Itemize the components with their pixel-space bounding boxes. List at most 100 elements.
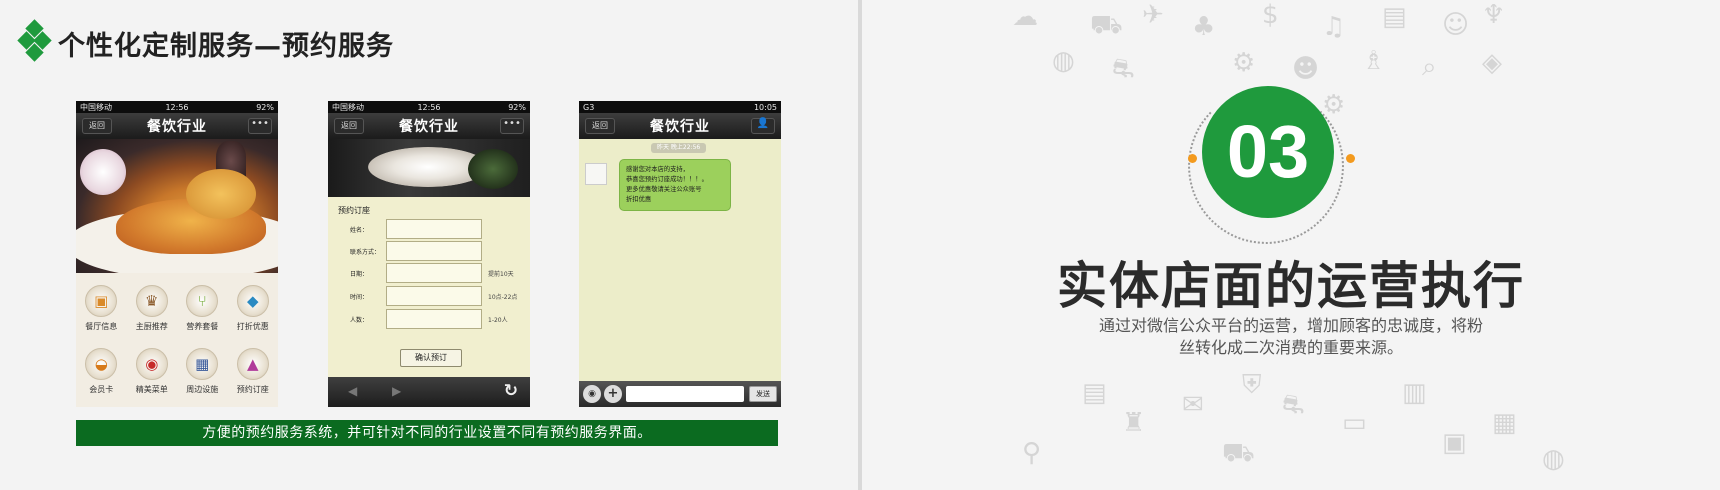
date-input[interactable] <box>386 263 482 283</box>
gear-icon: ⚙ <box>1232 48 1256 78</box>
chat-timestamp: 昨天 晚上22:56 <box>651 143 707 153</box>
status-bar: G3 10:05 <box>579 101 781 113</box>
back-button[interactable]: 返回 <box>585 118 615 134</box>
tv-icon: ▣ <box>1442 428 1467 458</box>
form-row-people: 人数： 1-20人 <box>328 309 530 331</box>
nav-bar: 返回 餐饮行业 ••• <box>328 113 530 139</box>
nav-title: 餐饮行业 <box>650 119 710 135</box>
confirm-booking-button[interactable]: 确认预订 <box>400 349 462 367</box>
basket-icon: ⛟ <box>1090 10 1123 40</box>
nav-bar: 返回 餐饮行业 👤 <box>579 113 781 139</box>
clock: 12:56 <box>165 102 189 112</box>
booking-form: 预约订座 姓名： 联系方式： 日期： 提前10天 时间： 10点-22点 人数：… <box>328 197 530 377</box>
form-row-date: 日期： 提前10天 <box>328 263 530 285</box>
menu-item-label: 周边设施 <box>186 385 219 394</box>
message-input[interactable] <box>626 386 744 402</box>
menu-item[interactable]: ◆ 打折优惠 <box>228 277 279 340</box>
refresh-icon[interactable]: ↻ <box>504 381 518 401</box>
graduation-cap-icon: ♜ <box>1122 408 1146 438</box>
field-label: 姓名： <box>350 227 369 234</box>
cutlery-icon: ⑂ <box>186 285 219 317</box>
car-icon: ⛐ <box>1112 54 1135 84</box>
name-input[interactable] <box>386 219 482 239</box>
menu-item-label: 精美菜单 <box>135 385 168 394</box>
page-title: 个性化定制服务—预约服务 <box>58 31 394 62</box>
magnifier-icon: ⌕ <box>1422 52 1437 82</box>
menu-item-label: 主厨推荐 <box>135 322 168 331</box>
ball-icon: ◍ <box>1542 444 1565 474</box>
clock: 12:56 <box>417 102 441 112</box>
message-line: 感谢您对本店的支持， <box>626 166 689 173</box>
form-title: 预约订座 <box>338 206 370 215</box>
menu-item[interactable]: ♛ 主厨推荐 <box>127 277 178 340</box>
menu-item-label: 打折优惠 <box>236 322 269 331</box>
person-icon: ☺ <box>1442 10 1470 40</box>
field-label: 日期： <box>350 271 369 278</box>
status-bar: 中国移动 12:56 92% <box>76 101 278 113</box>
field-hint: 提前10天 <box>488 271 514 278</box>
orange-dot <box>1188 154 1197 163</box>
menu-grid: ▣ 餐厅信息 ♛ 主厨推荐 ⑂ 营养套餐 ◆ 打折优惠 ◒ 会员卡 ◉ 精美菜单 <box>76 273 278 407</box>
menu-item-label: 预约订座 <box>236 385 269 394</box>
forward-arrow-icon[interactable]: ▶ <box>392 384 401 398</box>
back-button[interactable]: 返回 <box>82 118 112 134</box>
form-row-contact: 联系方式： <box>328 241 530 263</box>
bottle-icon: ♗ <box>1362 46 1386 76</box>
time-input[interactable] <box>386 286 482 306</box>
message-line: 更多优惠敬请关注公众账号 <box>626 186 702 193</box>
description-line: 丝转化成二次消费的重要来源。 <box>1178 338 1403 357</box>
more-button[interactable]: ••• <box>248 118 272 134</box>
dollar-icon: $ <box>1262 0 1279 30</box>
caption-bar: 方便的预约服务系统，并可针对不同的行业设置不同有预约服务界面。 <box>76 420 778 446</box>
more-button[interactable]: ••• <box>500 118 524 134</box>
phone-screen-chat: G3 10:05 返回 餐饮行业 👤 昨天 晚上22:56 感谢您对本店的支持，… <box>579 101 781 407</box>
avatar <box>585 163 607 185</box>
chef-hat-icon: ♛ <box>135 285 168 317</box>
back-button[interactable]: 返回 <box>334 118 364 134</box>
profile-icon[interactable]: 👤 <box>751 118 775 134</box>
cloud-icon: ☁ <box>1012 2 1038 32</box>
bag-icon: ◈ <box>1482 48 1502 78</box>
wine-glass-icon: ♆ <box>1482 0 1506 30</box>
phone-screen-booking-form: 中国移动 12:56 92% 返回 餐饮行业 ••• 预约订座 姓名： 联系方式… <box>328 101 530 407</box>
menu-item[interactable]: ▲ 预约订座 <box>228 340 279 403</box>
clipboard-icon: ▤ <box>1382 2 1407 32</box>
message-line: 折扣优惠 <box>626 196 652 203</box>
phone-screen-menu: 中国移动 12:56 92% 返回 餐饮行业 ••• ▣ 餐厅信息 ♛ 主厨推荐 <box>76 101 278 407</box>
field-hint: 10点-22点 <box>488 294 518 301</box>
menu-item[interactable]: ◉ 精美菜单 <box>127 340 178 403</box>
menu-item-label: 餐厅信息 <box>85 322 118 331</box>
people-icon: ☻ <box>1292 54 1320 84</box>
menu-item[interactable]: ⑂ 营养套餐 <box>177 277 228 340</box>
fish-icon: ◆ <box>236 285 269 317</box>
credit-card-icon: ▭ <box>1342 408 1367 438</box>
contact-input[interactable] <box>386 241 482 261</box>
voice-icon[interactable]: ◉ <box>583 385 601 403</box>
orange-dot <box>1346 154 1355 163</box>
chat-message: 感谢您对本店的支持， 恭喜您预约订座成功！！！。 更多优惠敬请关注公众账号 折扣… <box>619 159 731 211</box>
menu-item[interactable]: ▦ 周边设施 <box>177 340 228 403</box>
menu-item[interactable]: ◒ 会员卡 <box>76 340 127 403</box>
nav-title: 餐饮行业 <box>147 119 207 135</box>
globe-icon: ◍ <box>1052 46 1075 76</box>
car-icon: ⛐ <box>1282 390 1305 420</box>
description-line: 通过对微信公众平台的运营，增加顾客的忠诚度，将粉 <box>1098 316 1483 335</box>
restaurant-info-icon: ▣ <box>85 285 118 317</box>
music-note-icon: ♫ <box>1322 12 1346 42</box>
send-button[interactable]: 发送 <box>749 386 777 402</box>
logo-icon <box>17 19 52 62</box>
palm-tree-icon: ♣ <box>1192 12 1216 42</box>
document-icon: ▤ <box>1082 378 1107 408</box>
roast-chicken-icon: ◒ <box>85 348 118 380</box>
plus-icon[interactable]: + <box>604 385 622 403</box>
newspaper-icon: ▥ <box>1402 378 1427 408</box>
section-number: 03 <box>1202 86 1334 218</box>
browser-toolbar: ◀ ▶ ↻ <box>328 377 530 407</box>
menu-item[interactable]: ▣ 餐厅信息 <box>76 277 127 340</box>
chat-bubble-icon: ✉ <box>1182 390 1204 420</box>
people-input[interactable] <box>386 309 482 329</box>
cyclist-icon: ⚲ <box>1022 438 1042 468</box>
field-label: 联系方式： <box>350 249 381 256</box>
back-arrow-icon[interactable]: ◀ <box>348 384 357 398</box>
food-photo <box>328 139 530 197</box>
